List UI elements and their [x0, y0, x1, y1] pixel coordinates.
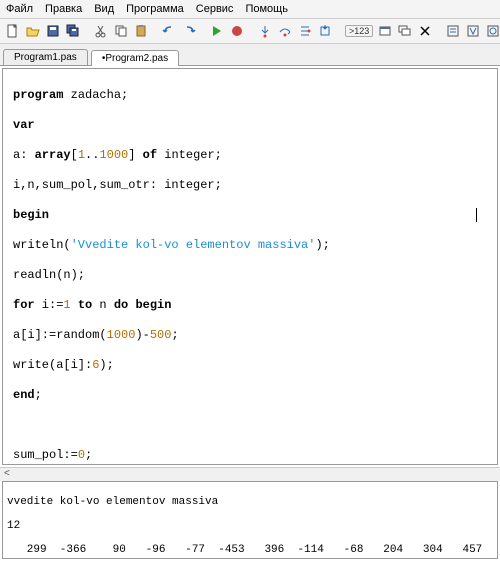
menu-program[interactable]: Программа [126, 3, 184, 15]
toolbar: >123 [0, 19, 500, 44]
output-panel[interactable]: vvedite kol-vo elementov massiva 12 299 … [2, 481, 498, 559]
scroll-indicator[interactable]: < [0, 467, 500, 481]
paste-icon[interactable] [133, 22, 149, 40]
save-icon[interactable] [45, 22, 61, 40]
step-into-icon[interactable] [257, 22, 273, 40]
step-over-icon[interactable] [277, 22, 293, 40]
output-line: 299 -366 90 -96 -77 -453 396 -114 -68 20… [7, 544, 493, 556]
menu-edit[interactable]: Правка [45, 3, 82, 15]
stop-icon[interactable] [229, 22, 245, 40]
tool2-icon[interactable] [465, 22, 481, 40]
open-file-icon[interactable] [25, 22, 41, 40]
save-all-icon[interactable] [65, 22, 81, 40]
undo-icon[interactable] [161, 22, 177, 40]
text-cursor [476, 208, 477, 222]
code-editor[interactable]: program zadacha; var a: array[1..1000] o… [2, 68, 498, 465]
close-icon[interactable] [417, 22, 433, 40]
tab-program2[interactable]: •Program2.pas [91, 50, 179, 66]
redo-icon[interactable] [181, 22, 197, 40]
output-line: 12 [7, 520, 493, 532]
output-line: vvedite kol-vo elementov massiva [7, 496, 493, 508]
tab-bar: Program1.pas •Program2.pas [0, 44, 500, 66]
cut-icon[interactable] [93, 22, 109, 40]
new-file-icon[interactable] [5, 22, 21, 40]
menu-help[interactable]: Помощь [245, 3, 288, 15]
menu-bar: Файл Правка Вид Программа Сервис Помощь [0, 0, 500, 19]
window-icon[interactable] [377, 22, 393, 40]
tab-program1[interactable]: Program1.pas [3, 49, 88, 65]
run-to-cursor-icon[interactable] [317, 22, 333, 40]
menu-service[interactable]: Сервис [196, 3, 234, 15]
trace-icon[interactable] [297, 22, 313, 40]
windows-icon[interactable] [397, 22, 413, 40]
tool3-icon[interactable] [485, 22, 500, 40]
goto-line-button[interactable]: >123 [345, 25, 373, 37]
copy-icon[interactable] [113, 22, 129, 40]
tool1-icon[interactable] [445, 22, 461, 40]
run-icon[interactable] [209, 22, 225, 40]
menu-view[interactable]: Вид [94, 3, 114, 15]
menu-file[interactable]: Файл [6, 3, 33, 15]
